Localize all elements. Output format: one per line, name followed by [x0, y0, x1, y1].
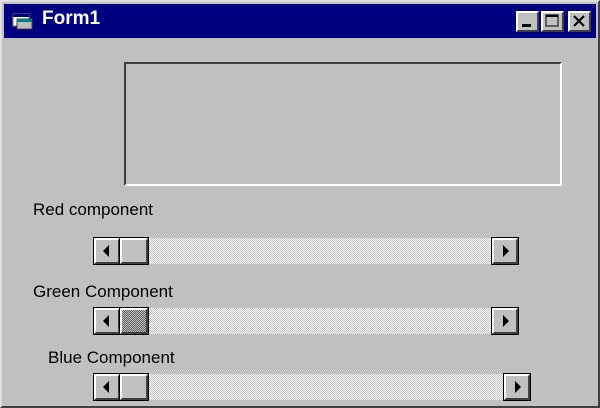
window-title: Form1	[42, 8, 101, 29]
red-scroll-thumb[interactable]	[119, 237, 149, 265]
blue-scrollbar[interactable]	[93, 373, 531, 401]
color-preview-box	[124, 62, 562, 186]
green-scrollbar[interactable]	[93, 307, 519, 335]
green-component-label: Green Component	[33, 282, 173, 301]
red-component-label: Red component	[33, 200, 154, 219]
red-scrollbar[interactable]	[93, 237, 519, 265]
arrow-left-icon	[103, 245, 109, 257]
close-button[interactable]	[568, 11, 591, 32]
blue-scroll-left-button[interactable]	[93, 373, 121, 401]
red-scroll-left-button[interactable]	[93, 237, 121, 265]
green-scroll-right-button[interactable]	[491, 307, 519, 335]
green-scroll-left-button[interactable]	[93, 307, 121, 335]
arrow-right-icon	[503, 315, 509, 327]
minimize-button[interactable]	[516, 11, 539, 32]
green-scroll-thumb[interactable]	[119, 307, 149, 335]
red-scroll-right-button[interactable]	[491, 237, 519, 265]
blue-scroll-thumb[interactable]	[119, 373, 149, 401]
close-icon	[573, 15, 585, 27]
title-bar[interactable]: Form1	[4, 4, 596, 38]
maximize-icon	[545, 14, 559, 27]
arrow-left-icon	[103, 381, 109, 393]
arrow-right-icon	[515, 381, 521, 393]
minimize-icon	[522, 24, 531, 27]
blue-scroll-right-button[interactable]	[503, 373, 531, 401]
arrow-left-icon	[103, 315, 109, 327]
form1-window: Form1 Red component Green Component Blue…	[0, 0, 600, 408]
blue-component-label: Blue Component	[48, 348, 175, 367]
arrow-right-icon	[503, 245, 509, 257]
maximize-button[interactable]	[541, 11, 564, 32]
form-icon[interactable]	[12, 12, 34, 30]
